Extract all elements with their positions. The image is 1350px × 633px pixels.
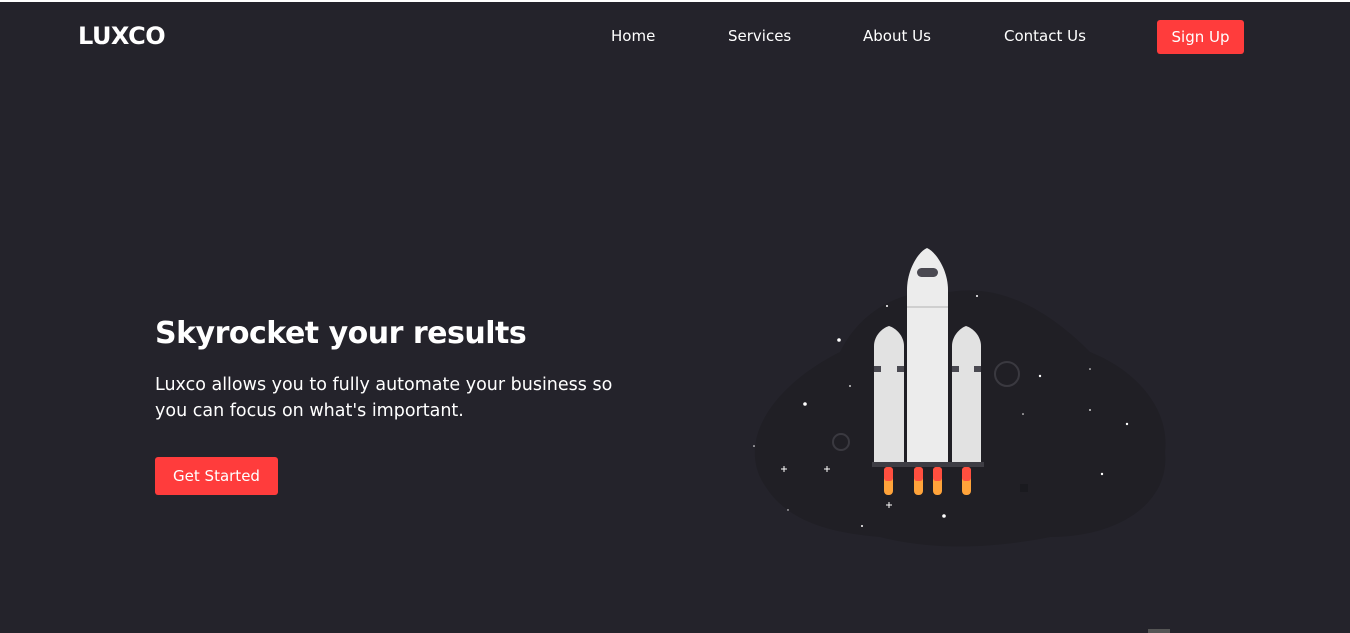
hero-description: Luxco allows you to fully automate your … <box>155 375 613 421</box>
nav-link-home[interactable]: Home <box>611 27 655 45</box>
nav-link-services[interactable]: Services <box>728 27 791 45</box>
logo[interactable]: LUXCO <box>78 22 166 50</box>
rocket-body <box>905 248 950 467</box>
nav-link-about-us[interactable]: About Us <box>863 27 931 45</box>
navbar: LUXCO Home Services About Us Contact Us … <box>0 2 1350 72</box>
get-started-button[interactable]: Get Started <box>155 457 278 495</box>
rocket-illustration <box>753 248 1166 547</box>
nav-link-contact-us[interactable]: Contact Us <box>1004 27 1086 45</box>
page: LUXCO Home Services About Us Contact Us … <box>0 0 1350 633</box>
hero-title: Skyrocket your results <box>155 316 527 351</box>
sign-up-button[interactable]: Sign Up <box>1157 20 1244 54</box>
scrollbar-thumb[interactable] <box>1148 629 1170 633</box>
